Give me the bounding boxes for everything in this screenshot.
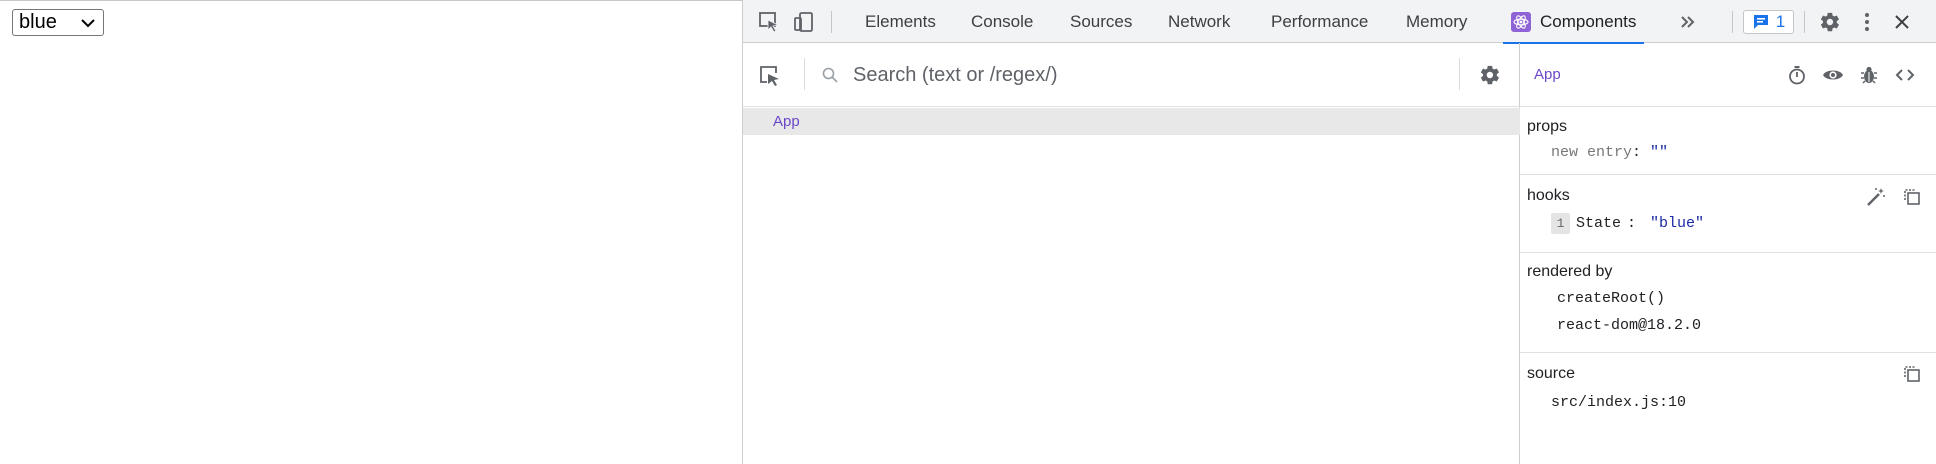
wand-icon[interactable] — [1864, 185, 1888, 209]
source-location[interactable]: src/index.js:10 — [1551, 394, 1686, 411]
rendered-by-item[interactable]: createRoot() — [1557, 290, 1665, 307]
bug-icon[interactable] — [1857, 63, 1881, 87]
search-icon — [818, 63, 842, 87]
devtools-toolbar: Elements Console Sources Network Perform… — [743, 0, 1936, 44]
component-search-input[interactable] — [853, 61, 1443, 89]
tab-network[interactable]: Network — [1168, 0, 1230, 43]
issues-count: 1 — [1775, 12, 1786, 31]
hook-index: 1 — [1551, 213, 1570, 234]
eye-icon[interactable] — [1821, 63, 1845, 87]
tab-sources[interactable]: Sources — [1070, 0, 1132, 43]
tab-elements-label: Elements — [865, 11, 936, 31]
tree-row-label: App — [773, 113, 800, 130]
tab-console-label: Console — [971, 11, 1034, 31]
copy-icon[interactable] — [1900, 185, 1924, 209]
devtools-panel: Elements Console Sources Network Perform… — [742, 0, 1936, 464]
more-tabs-icon[interactable] — [1676, 10, 1700, 34]
component-search-bar — [743, 43, 1520, 107]
tab-performance-label: Performance — [1271, 11, 1369, 31]
tab-components[interactable]: Components — [1502, 0, 1645, 44]
color-select[interactable]: blue — [12, 9, 104, 36]
chevron-down-icon — [79, 14, 97, 32]
stopwatch-icon[interactable] — [1785, 63, 1809, 87]
tab-elements[interactable]: Elements — [865, 0, 936, 43]
props-value[interactable]: "" — [1650, 144, 1668, 161]
toolbar-separator — [1804, 11, 1805, 33]
issues-icon — [1752, 13, 1770, 31]
props-new-entry[interactable]: new entry: "" — [1551, 144, 1668, 161]
props-key: new entry — [1551, 144, 1633, 161]
component-tree-pane: App — [743, 43, 1520, 464]
props-title: props — [1527, 118, 1568, 135]
tab-sources-label: Sources — [1070, 11, 1133, 31]
rendered-by-section: rendered by createRoot() react-dom@18.2.… — [1520, 253, 1936, 353]
settings-gear-icon[interactable] — [1478, 63, 1502, 87]
rendered-by-item[interactable]: react-dom@18.2.0 — [1557, 317, 1701, 334]
tree-row-app[interactable]: App — [743, 108, 1520, 135]
component-inspector: App props new entry: "" hooks 1 State: … — [1520, 43, 1936, 464]
kebab-menu-icon[interactable] — [1855, 10, 1879, 34]
toolbar-separator — [831, 11, 832, 33]
tab-console[interactable]: Console — [971, 0, 1033, 43]
inspect-element-icon[interactable] — [757, 10, 781, 34]
inspector-component-name: App — [1534, 66, 1561, 83]
search-separator — [1459, 58, 1460, 90]
hook-state-row[interactable]: 1 State: "blue" — [1551, 213, 1704, 234]
inspector-header: App — [1520, 43, 1936, 107]
copy-icon[interactable] — [1900, 362, 1924, 386]
code-icon[interactable] — [1893, 63, 1917, 87]
close-icon[interactable] — [1890, 10, 1914, 34]
tab-memory[interactable]: Memory — [1406, 0, 1467, 43]
search-separator — [804, 58, 805, 90]
rendered-by-title: rendered by — [1527, 263, 1613, 280]
color-select-value: blue — [19, 11, 57, 33]
hooks-section: hooks 1 State: "blue" — [1520, 175, 1936, 253]
tab-network-label: Network — [1168, 11, 1231, 31]
hook-value[interactable]: "blue" — [1650, 215, 1704, 232]
toolbar-separator — [1732, 11, 1733, 33]
hooks-title: hooks — [1527, 187, 1570, 204]
tab-memory-label: Memory — [1406, 11, 1468, 31]
issues-button[interactable]: 1 — [1743, 10, 1794, 34]
tab-components-label: Components — [1540, 11, 1637, 31]
device-toolbar-icon[interactable] — [792, 10, 816, 34]
hook-key: State — [1576, 215, 1622, 232]
props-section: props new entry: "" — [1520, 107, 1936, 175]
page-viewport: blue — [0, 0, 742, 464]
select-component-icon[interactable] — [757, 63, 781, 87]
source-section: source src/index.js:10 — [1520, 353, 1936, 464]
react-icon — [1511, 11, 1531, 32]
tab-performance[interactable]: Performance — [1271, 0, 1368, 43]
settings-gear-icon[interactable] — [1818, 10, 1842, 34]
source-title: source — [1527, 365, 1576, 382]
